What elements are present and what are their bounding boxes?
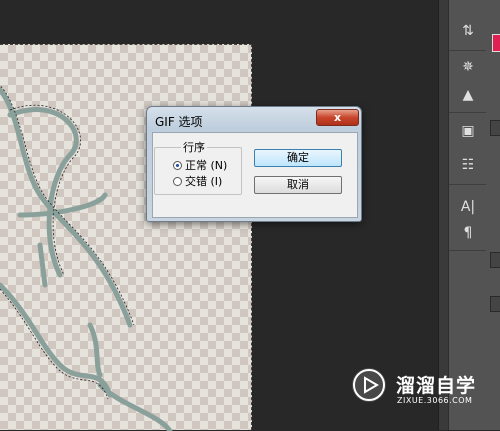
- radio-interlaced-indicator[interactable]: [173, 177, 182, 186]
- row-order-label: 行序: [181, 139, 207, 155]
- ok-button[interactable]: 确定: [254, 149, 342, 167]
- paragraph-icon[interactable]: ¶: [455, 220, 481, 246]
- dock-divider: [449, 184, 487, 185]
- radio-normal-indicator[interactable]: [173, 161, 182, 170]
- watermark-url: ZIXUE.3066.COM: [397, 396, 473, 405]
- layer-comp-icon[interactable]: ▣: [455, 118, 481, 144]
- dock-divider: [449, 250, 487, 251]
- histogram-icon[interactable]: ▲: [455, 82, 481, 108]
- watermark-brand: 溜溜自学: [396, 375, 477, 397]
- dock-divider: [449, 50, 487, 51]
- history-icon[interactable]: ⇅: [455, 18, 481, 44]
- panel-tab-edge[interactable]: [490, 120, 500, 136]
- panel-icon-dock: ⇅ ✵ ▲ ▣ ☷ A| ¶: [448, 0, 488, 430]
- right-panel-edge: [486, 0, 500, 430]
- radio-interlaced[interactable]: 交错 (I): [173, 175, 222, 189]
- radio-interlaced-label: 交错 (I): [185, 175, 223, 188]
- dialog-body: 行序 正常 (N) 交错 (I) 确定 取消: [152, 132, 358, 218]
- adjust-icon[interactable]: ☷: [455, 152, 481, 178]
- compass-icon[interactable]: ✵: [455, 54, 481, 80]
- radio-normal-label: 正常 (N): [185, 159, 228, 172]
- watermark-logo: [352, 368, 386, 402]
- dock-divider: [449, 112, 487, 113]
- panel-tab-edge[interactable]: [490, 296, 500, 312]
- gif-options-dialog: GIF 选项 x 行序 正常 (N) 交错 (I) 确定 取消: [146, 106, 362, 222]
- panel-tab-edge[interactable]: [490, 252, 500, 268]
- cancel-button[interactable]: 取消: [254, 176, 342, 194]
- signature-artwork: [0, 85, 173, 431]
- foreground-color-swatch[interactable]: [492, 34, 500, 52]
- radio-normal[interactable]: 正常 (N): [173, 159, 227, 173]
- close-button[interactable]: x: [316, 109, 359, 126]
- canvas-document[interactable]: [0, 44, 252, 431]
- character-icon[interactable]: A|: [455, 194, 481, 220]
- dialog-title: GIF 选项: [155, 115, 203, 129]
